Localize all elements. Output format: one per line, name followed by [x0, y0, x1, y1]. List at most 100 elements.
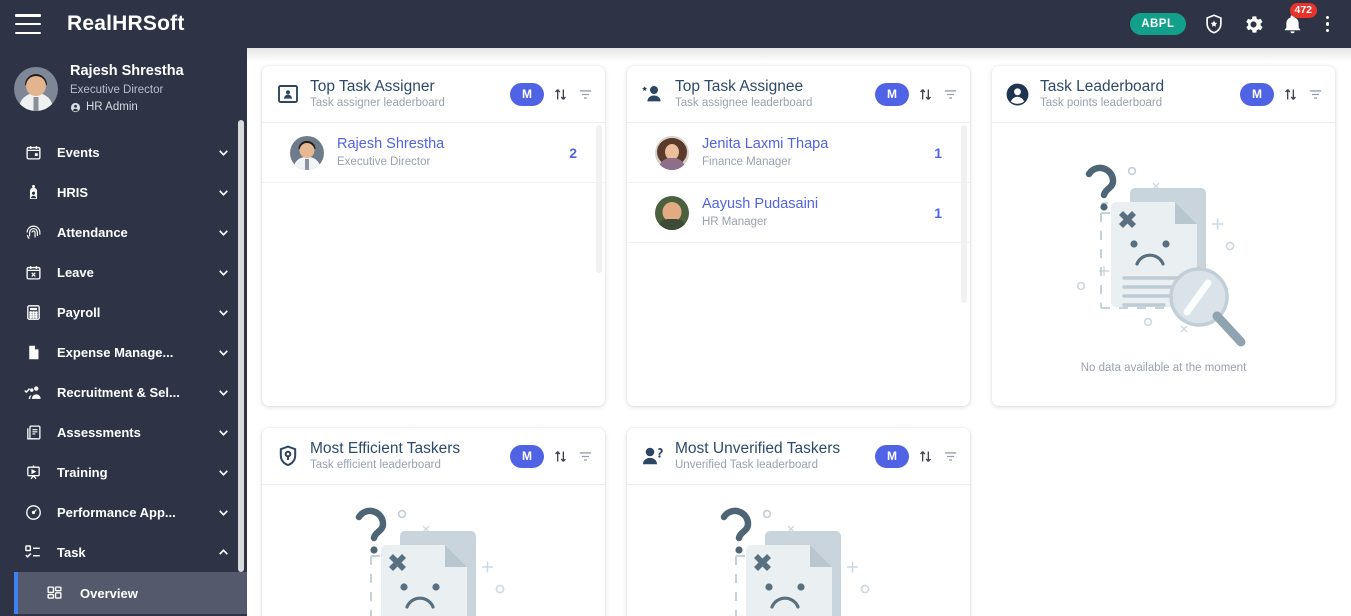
- hamburger-icon[interactable]: [15, 14, 41, 34]
- card-body: Jenita Laxmi Thapa Finance Manager 1 Aay…: [627, 123, 970, 406]
- shield-person-icon: [274, 444, 301, 468]
- kebab-menu-icon[interactable]: [1320, 14, 1336, 35]
- shield-star-icon[interactable]: [1203, 13, 1225, 35]
- filter-icon[interactable]: [577, 448, 594, 465]
- list-item-role: HR Manager: [702, 215, 768, 228]
- people-check-icon: [22, 383, 44, 402]
- card-actions: M: [875, 444, 959, 468]
- empty-state: [627, 485, 970, 616]
- sort-icon[interactable]: [552, 448, 569, 465]
- profile-role: Executive Director: [70, 83, 164, 96]
- sidebar: Rajesh Shrestha Executive Director HR Ad…: [0, 48, 247, 616]
- sort-icon[interactable]: [1282, 86, 1299, 103]
- list-item-name[interactable]: Aayush Pudasaini: [702, 195, 934, 214]
- sidebar-item-payroll[interactable]: Payroll: [0, 292, 247, 332]
- sidebar-item-task[interactable]: Task: [0, 532, 247, 572]
- card-scrollbar[interactable]: [596, 125, 602, 273]
- sidebar-item-label: Recruitment & Sel...: [57, 384, 180, 400]
- person-question-icon: [639, 444, 666, 468]
- list-item-name[interactable]: Rajesh Shrestha: [337, 135, 569, 154]
- sidebar-item-events[interactable]: Events: [0, 132, 247, 172]
- sidebar-item-label: Assessments: [57, 424, 141, 440]
- filter-icon[interactable]: [577, 86, 594, 103]
- card-title-block: Top Task Assigner Task assigner leaderbo…: [310, 77, 510, 112]
- card-subtitle: Task points leaderboard: [1040, 96, 1163, 109]
- sidebar-item-label: HRIS: [57, 184, 89, 200]
- month-toggle-button[interactable]: M: [1240, 82, 1274, 106]
- sidebar-item-hris[interactable]: HRIS: [0, 172, 247, 212]
- grid-icon: [46, 585, 66, 602]
- chevron-down-icon: [219, 229, 228, 236]
- card-title-block: Most Unverified Taskers Unverified Task …: [675, 439, 875, 474]
- sidebar-item-label: Events: [57, 144, 100, 160]
- sidebar-profile[interactable]: Rajesh Shrestha Executive Director HR Ad…: [0, 48, 247, 128]
- sort-icon[interactable]: [552, 86, 569, 103]
- list-item[interactable]: Jenita Laxmi Thapa Finance Manager 1: [627, 123, 970, 183]
- top-bar-actions: ABPL 472: [1130, 2, 1351, 36]
- list-item-text: Aayush Pudasaini HR Manager: [702, 195, 934, 230]
- chevron-down-icon: [219, 389, 228, 396]
- sidebar-item-performance-appraisal[interactable]: Performance App...: [0, 492, 247, 532]
- sidebar-item-label: Attendance: [57, 224, 128, 240]
- dashboard-grid: Top Task Assigner Task assigner leaderbo…: [247, 48, 1351, 616]
- empty-state-text: No data available at the moment: [1080, 361, 1247, 374]
- chevron-up-icon: [219, 548, 228, 555]
- chevron-down-icon: [219, 509, 228, 516]
- task-list-icon: [22, 543, 44, 561]
- list-item[interactable]: Aayush Pudasaini HR Manager 1: [627, 183, 970, 243]
- card-scrollbar[interactable]: [961, 125, 967, 303]
- filter-icon[interactable]: [942, 86, 959, 103]
- avatar: [290, 135, 324, 170]
- list-item-count: 1: [934, 204, 942, 221]
- card-header: Most Efficient Taskers Task efficient le…: [262, 428, 605, 485]
- gear-icon[interactable]: [1242, 13, 1265, 36]
- sidebar-item-label: Expense Manage...: [57, 344, 174, 360]
- month-toggle-button[interactable]: M: [510, 444, 544, 468]
- filter-icon[interactable]: [1307, 86, 1324, 103]
- avatar: [655, 135, 689, 170]
- chevron-down-icon: [219, 469, 228, 476]
- profile-tag: HR Admin: [70, 99, 184, 116]
- profile-text: Rajesh Shrestha Executive Director HR Ad…: [70, 62, 184, 116]
- sidebar-scrollbar[interactable]: [238, 120, 244, 572]
- sidebar-item-attendance[interactable]: Attendance: [0, 212, 247, 252]
- card-subtitle: Task assignee leaderboard: [675, 96, 813, 109]
- book-list-icon: [22, 424, 44, 441]
- top-bar: RealHRSoft ABPL 472: [0, 0, 1351, 48]
- sidebar-item-label: Training: [57, 464, 108, 480]
- month-toggle-button[interactable]: M: [510, 82, 544, 106]
- sidebar-item-overview[interactable]: Overview: [14, 572, 247, 615]
- sidebar-item-training[interactable]: Training: [0, 452, 247, 492]
- speedometer-icon: [22, 504, 44, 521]
- chevron-down-icon: [219, 349, 228, 356]
- list-item[interactable]: Rajesh Shrestha Executive Director 2: [262, 123, 605, 183]
- month-toggle-button[interactable]: M: [875, 82, 909, 106]
- org-badge[interactable]: ABPL: [1130, 13, 1186, 35]
- notification-count-badge: 472: [1289, 2, 1318, 19]
- avatar: [655, 195, 689, 230]
- card-header: Most Unverified Taskers Unverified Task …: [627, 428, 970, 485]
- card-subtitle: Unverified Task leaderboard: [675, 458, 818, 471]
- sidebar-item-assessments[interactable]: Assessments: [0, 412, 247, 452]
- card-title-block: Top Task Assignee Task assignee leaderbo…: [675, 77, 875, 112]
- calculator-icon: [22, 304, 44, 321]
- card-title: Top Task Assignee: [675, 77, 804, 95]
- card-actions: M: [510, 82, 594, 106]
- bell-icon[interactable]: 472: [1282, 2, 1318, 35]
- card-title: Task Leaderboard: [1040, 77, 1165, 95]
- sidebar-item-label: Leave: [57, 264, 94, 280]
- person-badge-icon: [22, 184, 44, 201]
- card-title: Most Unverified Taskers: [675, 439, 841, 457]
- card-body: [262, 485, 605, 616]
- filter-icon[interactable]: [942, 448, 959, 465]
- list-item-name[interactable]: Jenita Laxmi Thapa: [702, 135, 934, 154]
- sidebar-item-expense-management[interactable]: Expense Manage...: [0, 332, 247, 372]
- chevron-down-icon: [219, 189, 228, 196]
- sidebar-item-leave[interactable]: Leave: [0, 252, 247, 292]
- sort-icon[interactable]: [917, 86, 934, 103]
- id-card-icon: [274, 82, 301, 106]
- list-item-role: Finance Manager: [702, 155, 792, 168]
- sidebar-item-recruitment-selection[interactable]: Recruitment & Sel...: [0, 372, 247, 412]
- month-toggle-button[interactable]: M: [875, 444, 909, 468]
- sort-icon[interactable]: [917, 448, 934, 465]
